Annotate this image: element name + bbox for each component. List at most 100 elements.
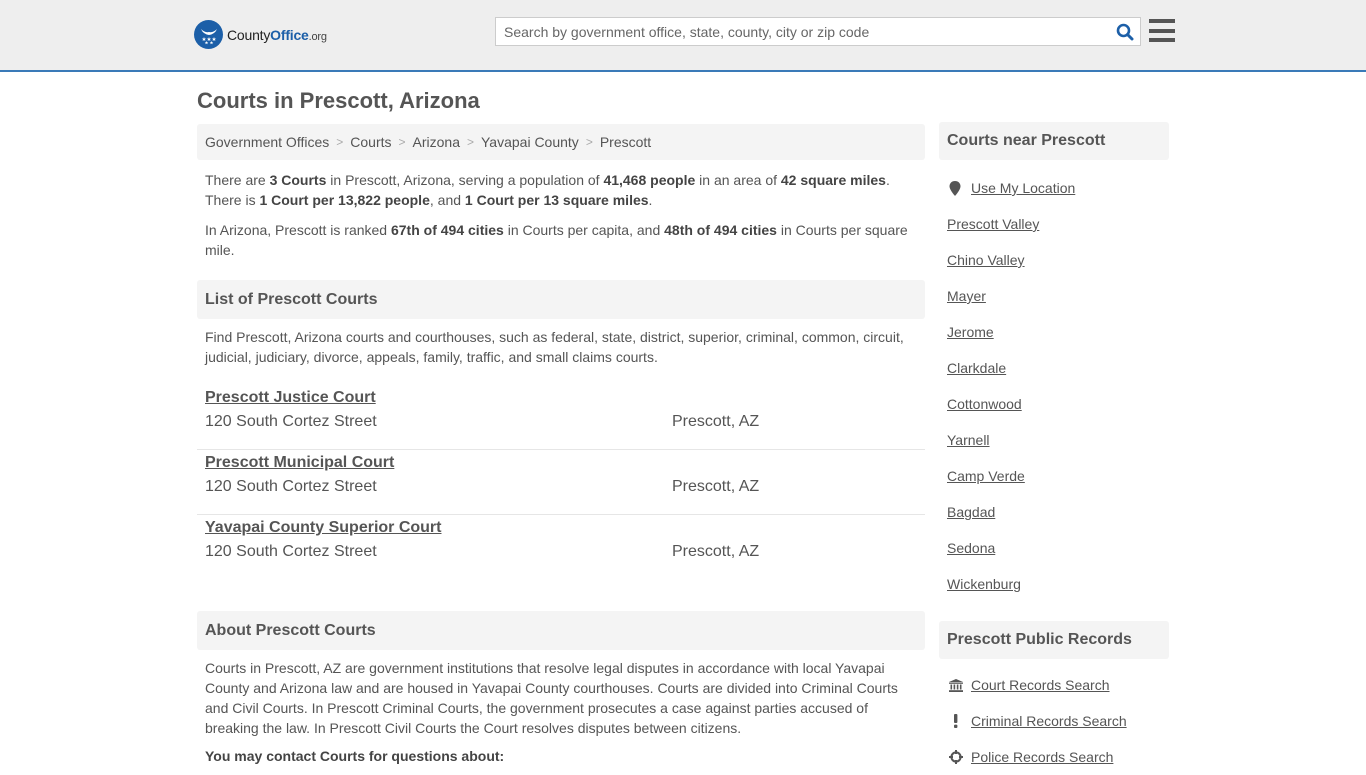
courts-per-capita: 1 Court per 13,822 people — [259, 192, 430, 208]
nearby-city-item: Jerome — [947, 314, 1169, 350]
rank-per-area: 48th of 494 cities — [664, 222, 777, 238]
search-bar — [495, 17, 1141, 46]
list-section-heading: List of Prescott Courts — [197, 280, 925, 319]
breadcrumb-separator: > — [585, 135, 593, 149]
use-my-location-link[interactable]: Use My Location — [971, 180, 1075, 196]
breadcrumb-separator: > — [336, 135, 344, 149]
court-name-link[interactable]: Prescott Justice Court — [205, 389, 376, 407]
sidebar: Courts near Prescott Use My Location Pre… — [939, 122, 1169, 775]
court-name-link[interactable]: Prescott Municipal Court — [205, 454, 394, 472]
search-icon — [1116, 23, 1134, 40]
nearby-city-link[interactable]: Prescott Valley — [947, 216, 1039, 232]
courthouse-icon — [947, 678, 971, 692]
nearby-cities-list: Use My Location Prescott Valley Chino Va… — [939, 170, 1169, 602]
nearby-city-item: Chino Valley — [947, 242, 1169, 278]
search-input[interactable] — [496, 18, 1110, 45]
court-address: 120 South Cortez Street — [205, 413, 377, 430]
text: . — [648, 192, 653, 208]
text: , and — [429, 192, 465, 208]
logo-county: County — [227, 26, 271, 43]
public-records-heading: Prescott Public Records — [939, 621, 1169, 659]
ranking-paragraph: In Arizona, Prescott is ranked 67th of 4… — [197, 220, 925, 260]
contact-heading: You may contact Courts for questions abo… — [205, 748, 505, 764]
about-section-heading: About Prescott Courts — [197, 611, 925, 650]
breadcrumb-yavapai-county[interactable]: Yavapai County — [481, 134, 579, 150]
court-records-search-link[interactable]: Court Records Search — [971, 677, 1110, 693]
crosshair-icon — [947, 750, 971, 764]
breadcrumb-separator: > — [398, 135, 406, 149]
site-header: CountyOffice.org — [0, 0, 1366, 72]
about-body: Courts in Prescott, AZ are government in… — [205, 660, 898, 736]
public-records-list: Court Records Search Criminal Records Se… — [939, 667, 1169, 775]
criminal-records-search-link[interactable]: Criminal Records Search — [971, 713, 1127, 729]
courts-near-heading: Courts near Prescott — [939, 122, 1169, 160]
page-title: Courts in Prescott, Arizona — [197, 88, 480, 113]
nearby-city-link[interactable]: Sedona — [947, 540, 995, 556]
list-intro: Find Prescott, Arizona courts and courth… — [205, 329, 904, 365]
nearby-city-link[interactable]: Chino Valley — [947, 252, 1025, 268]
main-content: Government Offices > Courts > Arizona > … — [197, 124, 925, 764]
records-item: Police Records Search — [947, 739, 1169, 775]
map-marker-icon — [947, 180, 971, 196]
menu-bar — [1149, 38, 1175, 42]
site-logo[interactable]: CountyOffice.org — [194, 20, 327, 49]
text: in Prescott, Arizona, serving a populati… — [326, 172, 604, 188]
court-item: Yavapai County Superior Court 120 South … — [197, 515, 925, 580]
court-address: 120 South Cortez Street — [205, 543, 377, 560]
breadcrumb-separator: > — [466, 135, 474, 149]
court-city: Prescott, AZ — [672, 543, 760, 560]
logo-office: Office — [270, 26, 309, 43]
court-count: 3 Courts — [269, 172, 327, 188]
search-button[interactable] — [1110, 18, 1140, 45]
nearby-city-item: Bagdad — [947, 494, 1169, 530]
area: 42 square miles — [780, 172, 886, 188]
summary-paragraph: There are 3 Courts in Prescott, Arizona,… — [197, 170, 925, 210]
text: There are — [205, 172, 270, 188]
court-name-link[interactable]: Yavapai County Superior Court — [205, 519, 441, 537]
breadcrumb-courts[interactable]: Courts — [350, 134, 391, 150]
menu-bar — [1149, 19, 1175, 23]
nearby-city-link[interactable]: Cottonwood — [947, 396, 1022, 412]
nearby-city-link[interactable]: Clarkdale — [947, 360, 1006, 376]
nearby-city-item: Wickenburg — [947, 566, 1169, 602]
menu-bar — [1149, 28, 1175, 33]
court-address: 120 South Cortez Street — [205, 478, 377, 495]
nearby-city-link[interactable]: Camp Verde — [947, 468, 1025, 484]
nearby-city-link[interactable]: Jerome — [947, 324, 994, 340]
eagle-stars-logo-icon — [194, 20, 223, 49]
use-my-location-item: Use My Location — [947, 170, 1169, 206]
police-records-search-link[interactable]: Police Records Search — [971, 749, 1113, 765]
breadcrumb-government-offices[interactable]: Government Offices — [205, 134, 329, 150]
population: 41,468 people — [603, 172, 696, 188]
nearby-city-item: Cottonwood — [947, 386, 1169, 422]
courts-per-area: 1 Court per 13 square miles — [464, 192, 649, 208]
rank-per-capita: 67th of 494 cities — [390, 222, 504, 238]
court-city: Prescott, AZ — [672, 478, 760, 495]
nearby-city-item: Prescott Valley — [947, 206, 1169, 242]
breadcrumb-arizona[interactable]: Arizona — [413, 134, 460, 150]
records-item: Criminal Records Search — [947, 703, 1169, 739]
court-item: Prescott Municipal Court 120 South Corte… — [197, 450, 925, 515]
nearby-city-item: Sedona — [947, 530, 1169, 566]
nearby-city-item: Mayer — [947, 278, 1169, 314]
hamburger-menu-icon[interactable] — [1149, 19, 1175, 42]
nearby-city-link[interactable]: Wickenburg — [947, 576, 1021, 592]
court-list: Prescott Justice Court 120 South Cortez … — [197, 385, 925, 580]
nearby-city-link[interactable]: Bagdad — [947, 504, 995, 520]
breadcrumb: Government Offices > Courts > Arizona > … — [197, 124, 925, 160]
nearby-city-link[interactable]: Mayer — [947, 288, 986, 304]
exclamation-icon — [947, 714, 971, 728]
nearby-city-link[interactable]: Yarnell — [947, 432, 990, 448]
nearby-city-item: Yarnell — [947, 422, 1169, 458]
logo-wordmark: CountyOffice.org — [227, 27, 327, 43]
breadcrumb-prescott[interactable]: Prescott — [600, 134, 651, 150]
records-item: Court Records Search — [947, 667, 1169, 703]
court-item: Prescott Justice Court 120 South Cortez … — [197, 385, 925, 450]
text: in Courts per capita, and — [503, 222, 665, 238]
nearby-city-item: Camp Verde — [947, 458, 1169, 494]
text: in an area of — [695, 172, 781, 188]
court-city: Prescott, AZ — [672, 413, 760, 430]
logo-org: .org — [308, 30, 327, 43]
nearby-city-item: Clarkdale — [947, 350, 1169, 386]
text: In Arizona, Prescott is ranked — [205, 222, 391, 238]
